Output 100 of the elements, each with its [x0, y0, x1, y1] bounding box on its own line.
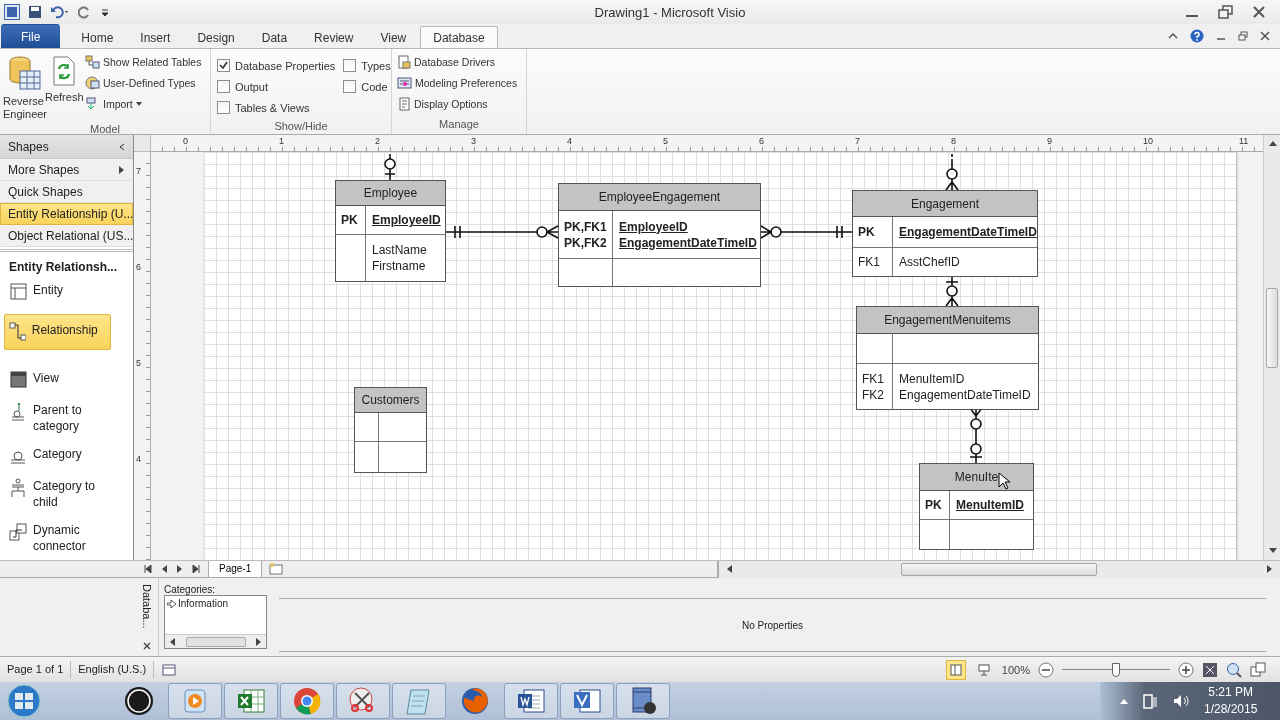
- help-icon[interactable]: [1190, 29, 1204, 43]
- scroll-thumb[interactable]: [185, 636, 246, 647]
- fit-page-icon[interactable]: [1202, 661, 1218, 678]
- field-name: AsstChefID: [899, 254, 960, 270]
- normal-view-button[interactable]: [945, 659, 966, 680]
- scroll-up-icon[interactable]: [1267, 139, 1277, 149]
- categories-list[interactable]: Information: [164, 595, 267, 649]
- zoom-level[interactable]: 100%: [1001, 663, 1030, 676]
- close-icon[interactable]: [1260, 31, 1270, 41]
- previous-page-icon[interactable]: [160, 565, 168, 573]
- stencil-shape[interactable]: Category to child: [4, 476, 129, 512]
- scroll-thumb[interactable]: [901, 562, 1097, 576]
- pan-zoom-icon[interactable]: [1226, 661, 1242, 678]
- shape-label: Relationship: [31, 322, 99, 338]
- ruler-number: 10: [1143, 136, 1153, 146]
- scroll-right-icon[interactable]: [254, 636, 263, 647]
- shapes-menu-item[interactable]: Object Relational (US...: [0, 225, 133, 247]
- horizontal-scrollbar[interactable]: [717, 560, 1280, 578]
- shapes-menu-item[interactable]: More Shapes: [0, 159, 133, 181]
- ruler-number: 9: [1047, 136, 1052, 146]
- field-name: EmployeeID: [372, 212, 441, 228]
- page-indicator[interactable]: Page 1 of 1: [0, 661, 72, 678]
- checkbox[interactable]: [217, 80, 230, 93]
- menu-label: Entity Relationship (U...: [8, 207, 134, 221]
- ribbon-button[interactable]: Modeling Preferences: [396, 74, 519, 92]
- collapse-ribbon-icon[interactable]: [1168, 32, 1178, 40]
- clock-time: 5:21 PM: [1208, 684, 1254, 701]
- ribbon-tab[interactable]: Data: [248, 26, 301, 48]
- ruler-number: 4: [136, 454, 141, 464]
- collapse-icon[interactable]: [119, 142, 125, 151]
- checkbox[interactable]: [217, 59, 230, 72]
- stencil-shape[interactable]: Parent to category: [4, 400, 129, 436]
- scroll-left-icon[interactable]: [725, 564, 734, 574]
- checkbox[interactable]: [343, 59, 357, 72]
- ruler-number: 8: [951, 136, 956, 146]
- stencil-shape[interactable]: View: [4, 368, 129, 392]
- ribbon-tab[interactable]: View: [367, 26, 420, 48]
- page-tab[interactable]: Page-1: [208, 560, 263, 578]
- volume-icon[interactable]: [1172, 693, 1190, 709]
- diagram-app-icon: [572, 687, 602, 715]
- show-hidden-icons-icon[interactable]: [1120, 698, 1128, 704]
- restore-icon[interactable]: [1218, 5, 1234, 19]
- entity-name: EngagementMenuitems: [884, 313, 1011, 327]
- switch-windows-icon[interactable]: [1250, 661, 1266, 678]
- taskbar-app-button[interactable]: [504, 683, 558, 719]
- redo-icon[interactable]: [78, 5, 92, 19]
- battery-icon[interactable]: [1142, 692, 1158, 710]
- ruler-number: 7: [136, 166, 141, 176]
- ruler-number: 5: [136, 358, 141, 368]
- scroll-left-icon[interactable]: [168, 636, 177, 647]
- save-icon[interactable]: [28, 5, 42, 19]
- shapes-menu-item[interactable]: Entity Relationship (U...: [0, 203, 133, 225]
- ribbon-tab[interactable]: Review: [301, 26, 367, 48]
- entity-name: Engagement: [910, 196, 980, 211]
- parent-category-icon: [9, 402, 27, 422]
- zoom-in-icon[interactable]: [1178, 661, 1194, 678]
- shapes-menu-item[interactable]: Quick Shapes: [0, 181, 133, 203]
- macro-icon[interactable]: [162, 663, 177, 676]
- caret-icon: [135, 102, 142, 106]
- close-icon[interactable]: [142, 642, 151, 650]
- stencil-shape[interactable]: Dynamic connector: [4, 520, 129, 556]
- ribbon-tab[interactable]: Insert: [127, 26, 184, 48]
- ribbon-button[interactable]: Import: [84, 95, 143, 113]
- media-player-icon: [182, 687, 208, 715]
- checkbox[interactable]: [343, 80, 357, 93]
- shape-label: View: [33, 370, 60, 386]
- restore-icon[interactable]: [1238, 31, 1248, 41]
- language-indicator[interactable]: English (U.S.): [71, 661, 155, 678]
- ribbon-tab[interactable]: Home: [68, 26, 127, 48]
- ribbon-button[interactable]: Show Related Tables: [84, 53, 203, 71]
- ruler-number: 5: [663, 136, 668, 146]
- first-page-icon[interactable]: [144, 565, 152, 573]
- scroll-thumb[interactable]: [1266, 288, 1278, 368]
- types-icon: [85, 76, 100, 90]
- checkbox[interactable]: [217, 101, 230, 114]
- ribbon-button[interactable]: Display Options: [396, 95, 489, 113]
- ribbon-tab[interactable]: File: [1, 24, 61, 48]
- zoom-slider-thumb[interactable]: [1112, 662, 1120, 677]
- ribbon-button[interactable]: User-Defined Types: [84, 74, 197, 92]
- shape-label: Category to child: [33, 478, 97, 510]
- zoom-out-icon[interactable]: [1038, 661, 1054, 678]
- last-page-icon[interactable]: [192, 565, 200, 573]
- stencil-shape[interactable]: Entity: [4, 280, 129, 304]
- taskbar-app-button[interactable]: [616, 683, 670, 719]
- key-label: PK: [925, 497, 943, 513]
- ribbon-button[interactable]: Database Drivers: [396, 53, 497, 71]
- ribbon-tab[interactable]: Design: [184, 26, 248, 48]
- field-name: EngagementDateTimeID: [619, 234, 757, 251]
- scroll-right-icon[interactable]: [1265, 564, 1274, 574]
- stencil-shape[interactable]: Category: [4, 444, 129, 468]
- window-title: Drawing1 - Microsoft Visio: [593, 4, 746, 20]
- next-page-icon[interactable]: [176, 565, 184, 573]
- ribbon-tab[interactable]: Database: [420, 26, 498, 48]
- vertical-scrollbar[interactable]: [1263, 135, 1280, 560]
- stencil-shape[interactable]: Relationship: [4, 314, 111, 350]
- group-label: Model: [90, 123, 120, 135]
- close-icon[interactable]: [1252, 5, 1266, 19]
- category-item[interactable]: Information: [178, 598, 229, 609]
- undo-icon[interactable]: [50, 5, 70, 19]
- preferences-icon: [397, 76, 412, 90]
